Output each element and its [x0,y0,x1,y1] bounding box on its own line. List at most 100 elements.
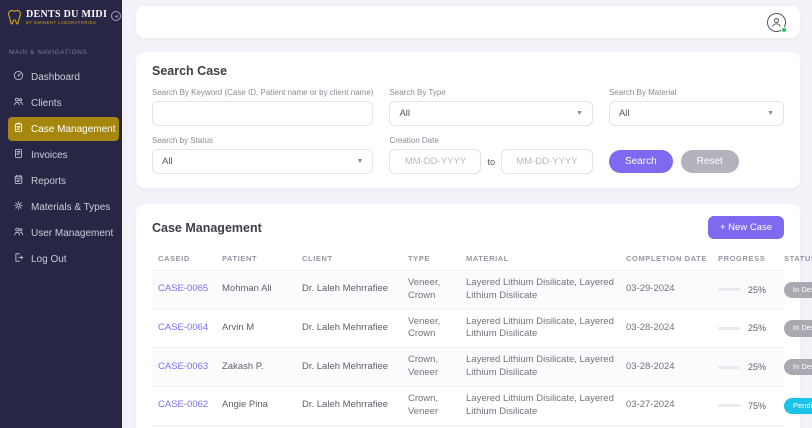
keyword-label: Search By Keyword (Case ID, Patient name… [152,88,374,97]
col-type: TYPE [408,254,430,263]
progress-cell: 25% [712,347,778,387]
sidebar-item-clients[interactable]: Clients [8,91,119,115]
completion-date-cell: 03-28-2024 [620,347,712,387]
progress-label: 25% [748,323,767,334]
progress-cell: 25% [712,270,778,310]
date-to-separator: to [487,156,495,167]
status-label: Search by Status [152,136,213,145]
sidebar-item-dashboard[interactable]: Dashboard [8,65,119,89]
search-button[interactable]: Search [608,149,673,173]
sidebar-item-label: Case Management [31,123,116,135]
table-row: CASE-0063 Zakash P. Dr. Laleh Mehrrafiee Cr… [152,347,812,387]
status-select[interactable]: All ▼ [152,149,374,174]
case-id-link[interactable]: CASE-0063 [152,347,216,387]
material-cell: Layered Lithium Disilicate, Layered Lith… [460,347,620,387]
search-panel-title: Search Case [152,64,228,78]
case-id-link[interactable]: CASE-0064 [152,308,216,348]
progress-cell: 75% [712,385,778,425]
progress-label: 75% [748,400,767,411]
reset-button[interactable]: Reset [680,149,739,173]
type-cell: Crown, Veneer [402,385,460,425]
case-management-panel: Case Management + New Case CASEID PATIEN… [136,204,812,428]
clients-icon [13,96,24,110]
reports-icon [13,174,24,188]
type-select[interactable]: All ▼ [389,101,593,126]
online-status-dot [781,26,787,33]
status-cell: In Design [778,308,812,348]
sidebar-item-label: Materials & Types [31,201,111,213]
type-cell: Crown, Veneer [402,347,460,387]
keyword-field-group: Search By Keyword (Case ID, Patient name… [152,88,374,126]
user-avatar-button[interactable] [767,12,787,33]
new-case-button[interactable]: + New Case [707,216,784,239]
sidebar-item-log-out[interactable]: Log Out [8,247,119,271]
col-status: STATUS [784,254,812,263]
keyword-input[interactable] [152,101,374,126]
materials-icon [13,200,24,214]
sidebar-item-label: Clients [31,97,62,109]
search-actions: Search Reset [608,136,784,174]
patient-cell: Mohman Ali [216,270,296,310]
user-management-icon [13,226,24,240]
completion-date-cell: 03-29-2024 [620,270,712,310]
table-row: CASE-0065 Mohman Ali Dr. Laleh Mehrrafiee V… [152,270,812,310]
sidebar-collapse-button[interactable]: ◂ [111,11,122,21]
client-cell: Dr. Laleh Mehrrafiee [296,385,402,425]
table-row: CASE-0062 Angie Pina Dr. Laleh Mehrrafiee C… [152,385,812,425]
material-cell: Layered Lithium Disilicate, Layered Lith… [460,270,620,310]
material-select-value: All [618,108,630,119]
progress-bar [718,365,740,369]
invoices-icon [13,148,24,162]
sidebar: DENTS DU MIDI BY EMINENT LABORATORIES ◂ … [0,0,122,428]
type-cell: Veneer, Crown [402,270,460,310]
patient-cell: Angie Pina [216,385,296,425]
type-label: Search By Type [389,88,446,97]
sidebar-item-reports[interactable]: Reports [8,169,119,193]
case-id-link[interactable]: CASE-0065 [152,270,216,310]
sidebar-item-case-management[interactable]: Case Management [8,117,119,141]
sidebar-item-materials-types[interactable]: Materials & Types [8,195,119,219]
status-select-value: All [162,156,173,167]
material-cell: Layered Lithium Disilicate, Layered Lith… [460,308,620,348]
top-bar [136,6,800,38]
creation-date-label: Creation Date [389,136,439,145]
sidebar-section-label: MAIN & NAVIGATIONS [9,49,88,56]
sidebar-item-user-management[interactable]: User Management [8,221,119,245]
sidebar-item-label: Log Out [31,253,67,265]
client-cell: Dr. Laleh Mehrrafiee [296,270,402,310]
type-select-value: All [399,108,410,119]
case-management-icon [13,122,24,136]
cases-table: CASEID PATIENT CLIENT TYPE MATERIAL COMP… [152,247,812,428]
date-from-input[interactable] [389,149,482,174]
logo-subtitle: BY EMINENT LABORATORIES [26,20,97,25]
client-cell: Dr. Laleh Mehrrafiee [296,308,402,348]
search-case-panel: Search Case Search By Keyword (Case ID, … [136,52,800,188]
progress-cell: 25% [712,308,778,348]
table-header-row: CASEID PATIENT CLIENT TYPE MATERIAL COMP… [152,247,812,271]
progress-bar [718,404,740,408]
col-completion-date: COMPLETION DATE [626,254,707,263]
sidebar-item-invoices[interactable]: Invoices [8,143,119,167]
progress-bar [718,326,740,330]
progress-label: 25% [748,284,767,295]
material-field-group: Search By Material All ▼ [608,88,784,126]
status-badge: In Design [784,281,812,298]
col-patient: PATIENT [222,254,258,263]
case-id-link[interactable]: CASE-0062 [152,385,216,425]
chevron-down-icon: ▼ [576,110,583,117]
client-cell: Dr. Laleh Mehrrafiee [296,347,402,387]
date-to-input[interactable] [500,149,593,174]
col-progress: PROGRESS [718,254,766,263]
tooth-logo-icon [7,9,22,31]
sidebar-nav: Dashboard Clients Case Management Invoices R… [0,65,122,271]
status-badge: In Design [784,320,812,337]
sidebar-item-label: Dashboard [31,71,80,83]
status-badge: In Design [784,359,812,376]
status-cell: In Design [778,347,812,387]
progress-label: 25% [748,361,767,372]
status-badge: Pending Bisque Approval [784,397,812,414]
col-client: CLIENT [302,254,333,263]
patient-cell: Zakash P. [216,347,296,387]
sidebar-item-label: Invoices [31,149,68,161]
material-select[interactable]: All ▼ [608,101,784,126]
